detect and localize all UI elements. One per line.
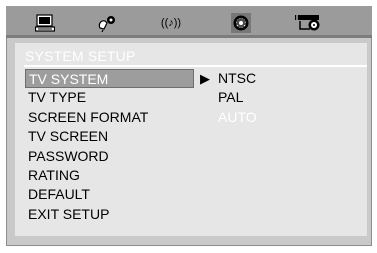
menu-item-default[interactable]: DEFAULT	[25, 185, 195, 204]
pointer-arrow-icon: ▶	[200, 71, 210, 86]
setup-toolbar: ((♪))	[6, 6, 372, 38]
audio-icon[interactable]: ((♪))	[154, 13, 188, 33]
option-auto[interactable]: AUTO	[218, 108, 257, 127]
menu-item-tv-type[interactable]: TV TYPE	[25, 88, 195, 107]
menu-item-exit-setup[interactable]: EXIT SETUP	[25, 205, 195, 224]
option-pal[interactable]: PAL	[218, 88, 257, 107]
setup-menu: TV SYSTEM TV TYPE SCREEN FORMAT TV SCREE…	[25, 69, 195, 224]
audio-icon-glyph: ((♪))	[160, 17, 182, 29]
option-ntsc[interactable]: NTSC	[218, 69, 257, 88]
menu-item-tv-system[interactable]: TV SYSTEM	[25, 69, 194, 89]
tv-system-options: NTSC PAL AUTO	[218, 69, 257, 127]
menu-item-tv-screen[interactable]: TV SCREEN	[25, 127, 195, 146]
menu-item-screen-format[interactable]: SCREEN FORMAT	[25, 108, 195, 127]
preference-icon[interactable]	[294, 13, 324, 33]
menu-item-rating[interactable]: RATING	[25, 166, 195, 185]
speaker-icon[interactable]	[97, 13, 121, 33]
menu-item-password[interactable]: PASSWORD	[25, 147, 195, 166]
title-divider	[24, 65, 367, 67]
general-setup-icon[interactable]	[34, 13, 56, 33]
page-title: SYSTEM SETUP	[25, 48, 136, 64]
video-icon[interactable]	[231, 13, 251, 33]
